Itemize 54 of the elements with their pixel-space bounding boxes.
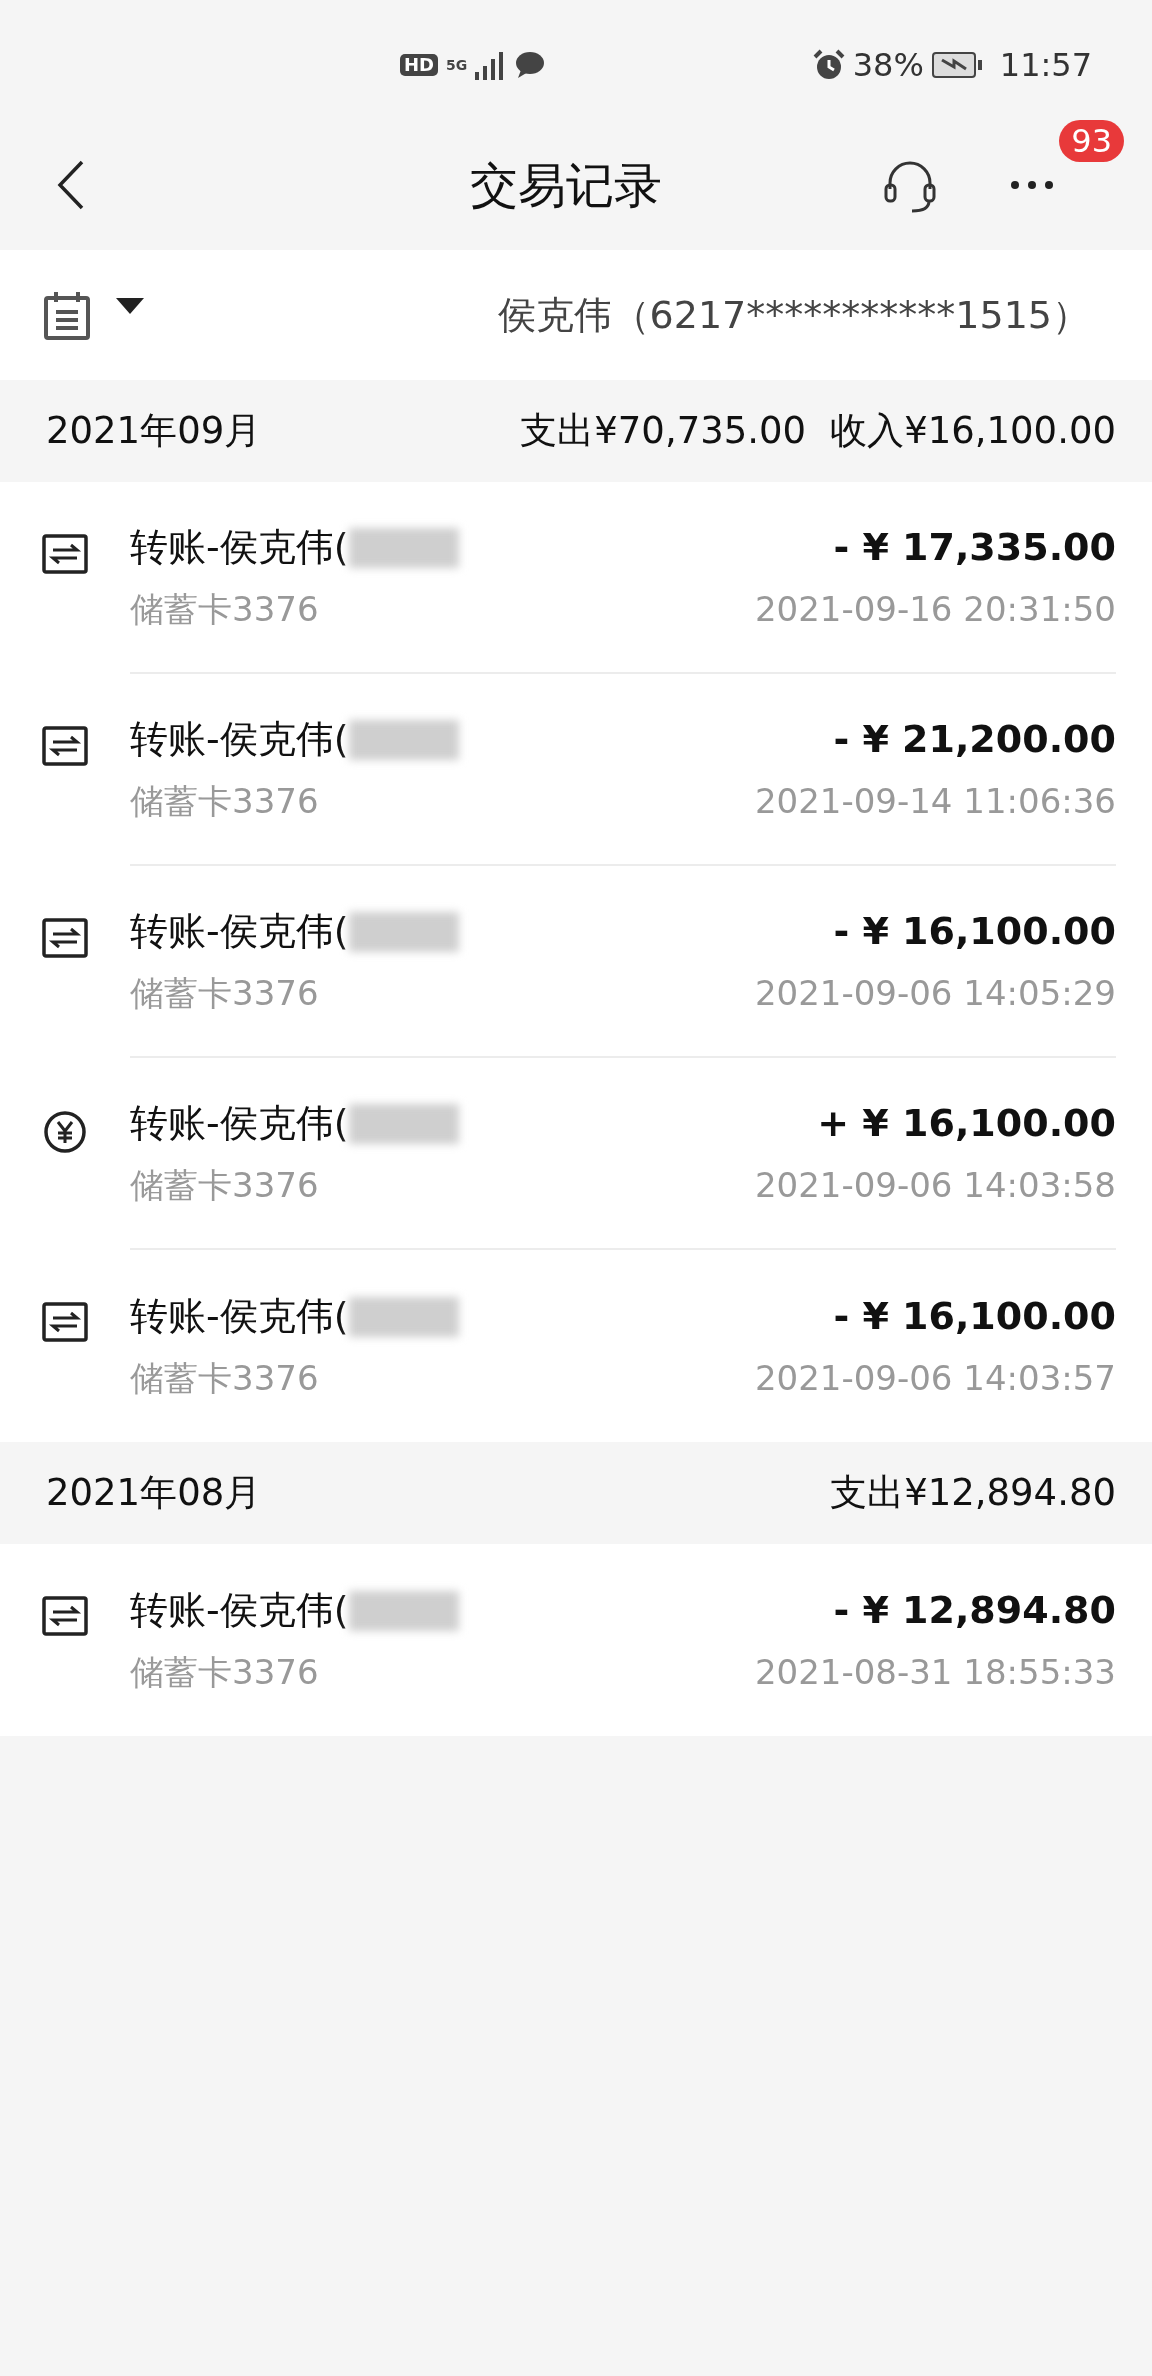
card-label: 储蓄卡3376 [130,972,319,1015]
transaction-time: 2021-09-06 14:05:29 [754,972,1116,1015]
transaction-row[interactable]: 转账-侯克伟( - ¥ 16,100.00 储蓄卡3376 2021-09-06 14:03:57 [0,1250,1152,1442]
transaction-time: 2021-09-14 11:06:36 [754,780,1116,823]
transaction-title: 转账-侯克伟( [130,908,349,955]
transaction-row[interactable]: 转账-侯克伟( - ¥ 16,100.00 储蓄卡3376 2021-09-06 14:05:29 [0,866,1152,1058]
notification-badge: 93 [1059,120,1124,163]
transaction-row[interactable]: 转账-侯克伟( - ¥ 17,335.00 储蓄卡3376 2021-09-16 20:31:50 [0,482,1152,674]
transaction-row[interactable]: 转账-侯克伟( - ¥ 12,894.80 储蓄卡3376 2021-08-31 18:55:33 [0,1544,1152,1736]
more-icon[interactable] [1010,179,1054,191]
page-title: 交易记录 [470,156,662,215]
network-label: 5G [446,58,468,72]
yen-coin-icon [43,1110,87,1154]
transaction-amount: - ¥ 16,100.00 [833,1293,1116,1340]
card-label: 储蓄卡3376 [130,1357,319,1400]
month-total: 收入¥16,100.00 [830,408,1116,455]
clock-time: 11:57 [999,45,1092,86]
month-total: 支出¥70,735.00 [520,408,807,455]
transaction-title: 转账-侯克伟( [130,1587,349,1634]
transfer-icon [42,918,88,958]
transaction-time: 2021-08-31 18:55:33 [754,1651,1116,1694]
transaction-amount: - ¥ 16,100.00 [833,908,1116,955]
transaction-amount: + ¥ 16,100.00 [817,1100,1116,1147]
transfer-icon [42,1596,88,1636]
card-label: 储蓄卡3376 [130,780,319,823]
calendar-icon[interactable] [42,290,92,340]
hd-badge: HD [400,54,438,76]
transaction-amount: - ¥ 12,894.80 [833,1587,1116,1634]
transfer-icon [42,726,88,766]
alarm-clock-icon [812,49,845,81]
month-label: 2021年09月 [46,408,262,455]
transaction-row[interactable]: 转账-侯克伟( - ¥ 21,200.00 储蓄卡3376 2021-09-14 11:06:36 [0,674,1152,866]
card-label: 储蓄卡3376 [130,1651,319,1694]
transaction-amount: - ¥ 21,200.00 [833,716,1116,763]
transaction-title: 转账-侯克伟( [130,524,349,571]
back-icon[interactable] [56,160,86,210]
transaction-time: 2021-09-06 14:03:58 [754,1164,1116,1207]
caret-icon[interactable] [116,298,144,316]
transaction-time: 2021-09-06 14:03:57 [754,1357,1116,1400]
transfer-icon [42,1302,88,1342]
card-label: 储蓄卡3376 [130,1164,319,1207]
transaction-title: 转账-侯克伟( [130,716,349,763]
month-label: 2021年08月 [46,1470,262,1517]
card-label: 储蓄卡3376 [130,588,319,631]
transaction-row[interactable]: 转账-侯克伟( + ¥ 16,100.00 储蓄卡3376 2021-09-06 14:03:58 [0,1058,1152,1250]
transaction-title: 转账-侯克伟( [130,1100,349,1147]
transaction-time: 2021-09-16 20:31:50 [754,588,1116,631]
month-total: 支出¥12,894.80 [830,1470,1116,1517]
transaction-amount: - ¥ 17,335.00 [833,524,1116,571]
transaction-title: 转账-侯克伟( [130,1293,349,1340]
chat-bubble-icon [515,51,546,79]
battery-percent: 38% [852,45,924,86]
battery-icon [931,52,984,78]
transfer-icon [42,534,88,574]
